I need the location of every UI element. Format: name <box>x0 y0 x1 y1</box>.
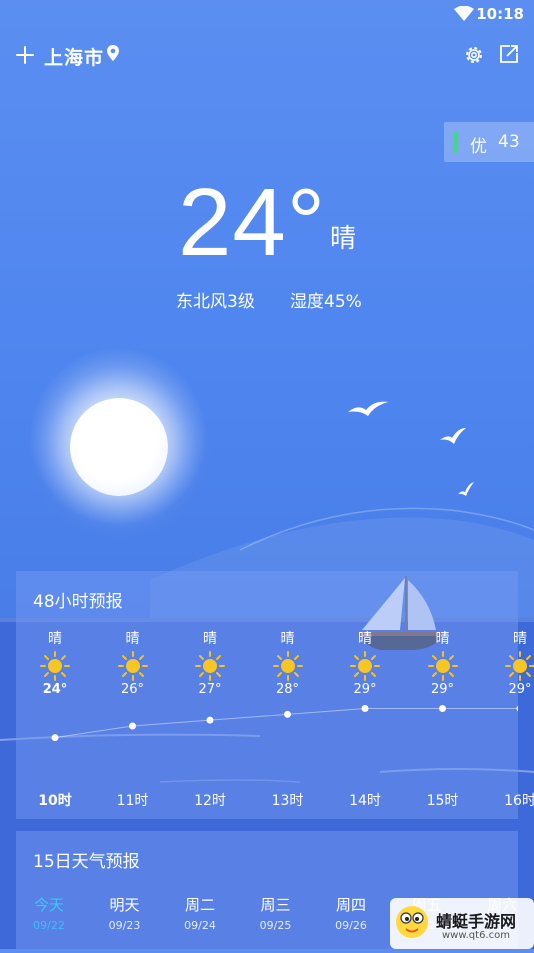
wind-info: 东北风3级 <box>176 292 255 312</box>
daily-forecast-title: 15日天气预报 <box>33 852 140 872</box>
daily-day-name: 周二 <box>184 896 215 914</box>
share-icon[interactable] <box>498 43 520 65</box>
hourly-time: 16时 <box>504 793 534 809</box>
hourly-temperature: 27° <box>198 682 222 697</box>
daily-item[interactable]: 周三 09/25 <box>241 894 311 932</box>
hourly-condition: 晴 <box>358 631 372 647</box>
daily-date: 09/24 <box>184 919 216 932</box>
hourly-temperature: 29° <box>508 682 532 697</box>
seagull-icon <box>440 428 466 444</box>
hourly-temperature: 26° <box>120 682 145 697</box>
hourly-condition: 晴 <box>435 631 450 647</box>
hourly-condition: 晴 <box>280 631 295 647</box>
sun-icon <box>408 651 478 685</box>
current-condition: 晴 <box>330 224 357 254</box>
hourly-temp-point <box>206 716 214 724</box>
daily-day-name: 明天 <box>109 896 140 914</box>
plus-icon[interactable] <box>14 44 36 66</box>
daily-item[interactable]: 周二 09/24 <box>165 894 235 932</box>
wifi-icon <box>454 6 474 21</box>
hourly-temp-point <box>51 734 59 742</box>
hourly-temperature: 28° <box>275 682 300 697</box>
status-time: 10:18 <box>476 5 524 23</box>
hourly-temperature: 29° <box>353 682 377 697</box>
hourly-condition: 晴 <box>203 631 217 647</box>
city-name[interactable]: 上海市 <box>44 43 104 70</box>
sun-icon <box>253 651 323 685</box>
daily-item[interactable]: 周四 09/26 <box>316 894 386 932</box>
watermark-brand: 蜻蜓手游网 <box>436 912 517 931</box>
location-pin-icon <box>107 45 119 61</box>
hourly-temp-point <box>361 705 369 712</box>
hourly-condition: 晴 <box>513 631 527 647</box>
aqi-badge[interactable]: 优 43 <box>444 122 534 162</box>
daily-day-name: 周四 <box>335 896 366 914</box>
hourly-time: 10时 <box>38 793 72 809</box>
top-bar: 上海市 <box>0 38 534 74</box>
daily-date: 09/23 <box>108 919 141 932</box>
hourly-time: 15时 <box>426 793 459 809</box>
hourly-temp-point <box>439 705 446 712</box>
status-bar: 10:18 <box>0 0 534 30</box>
hourly-time: 12时 <box>194 793 226 809</box>
daily-date: 09/22 <box>33 919 65 932</box>
sun-icon <box>175 651 245 685</box>
hourly-forecast-card[interactable]: 48小时预报 晴 24° 10时晴 26° 11时晴 27° 12时晴 28° 13时晴 29° 1… <box>16 571 534 819</box>
seagull-icon <box>458 482 474 496</box>
humidity-info: 湿度45% <box>290 292 362 312</box>
daily-item[interactable]: 明天 09/23 <box>90 894 160 932</box>
hourly-temp-point <box>284 710 291 718</box>
hourly-time: 14时 <box>349 793 381 809</box>
gear-icon[interactable] <box>462 43 486 67</box>
hourly-condition: 晴 <box>125 631 140 647</box>
watermark-url: www.qt6.com <box>442 930 510 941</box>
daily-day-name: 今天 <box>33 896 64 914</box>
daily-day-name: 周三 <box>260 896 291 914</box>
daily-item[interactable]: 今天 09/22 <box>14 894 84 932</box>
seagull-icon <box>348 401 388 416</box>
hourly-temp-point <box>516 705 518 712</box>
daily-date: 09/25 <box>259 919 292 932</box>
hourly-condition: 晴 <box>48 631 62 647</box>
hourly-temperature: 24° <box>42 682 68 697</box>
aqi-value: 43 <box>498 132 520 152</box>
watermark-logo: 蜻蜓手游网 www.qt6.com <box>390 884 534 949</box>
sun-icon <box>330 651 400 685</box>
sun-icon <box>98 651 168 685</box>
current-temperature: 24° <box>178 169 327 276</box>
sun-icon <box>20 651 90 685</box>
hourly-temp-point <box>129 722 136 730</box>
aqi-level: 优 <box>470 137 487 157</box>
hourly-time: 11时 <box>116 793 149 809</box>
hourly-temperature: 29° <box>430 682 455 697</box>
sun-icon <box>485 651 534 685</box>
aqi-level-bar <box>454 131 458 153</box>
hourly-time: 13时 <box>271 793 304 809</box>
daily-date: 09/26 <box>335 919 367 932</box>
